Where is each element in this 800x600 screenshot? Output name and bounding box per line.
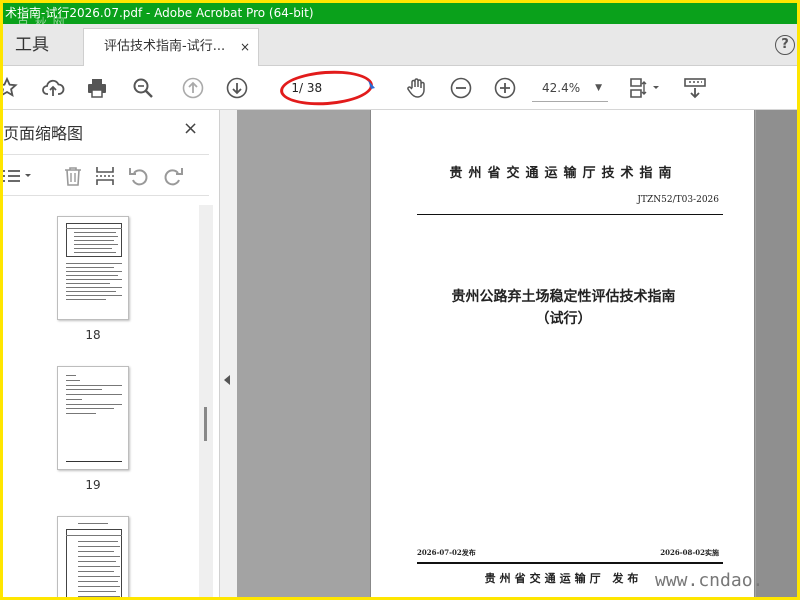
tools-more-icon[interactable] [683,76,707,100]
chevron-down-icon: ▼ [595,83,602,93]
publish-date: 2026-07-02发布 [417,548,476,557]
cursor-arrow-icon [367,76,377,100]
highlight-ellipse [278,67,375,109]
document-viewport[interactable]: 贵州省交通运输厅技术指南 JTZN52/T03-2026 贵州公路弃土场稳定性评… [237,110,797,597]
hand-tool-icon[interactable] [405,76,429,100]
zoom-level-select[interactable]: 42.4% ▼ [532,76,608,102]
insert-page-icon[interactable] [93,164,117,188]
window-title-bar: 术指南-试行2026.07.pdf - Adobe Acrobat Pro (6… [3,3,797,24]
header-rule [417,214,723,215]
tab-tools[interactable]: 工具 [3,24,83,66]
panel-scrollbar-thumb[interactable] [204,407,207,441]
page-thumbnail-18[interactable] [57,216,129,320]
app-window: 术指南-试行2026.07.pdf - Adobe Acrobat Pro (6… [3,3,797,597]
options-menu-icon[interactable] [3,164,35,188]
thumbnail-label: 19 [85,478,101,492]
page-thumbnail-20[interactable] [57,516,129,597]
site-watermark: www.cndao. [655,570,764,591]
zoom-in-icon[interactable] [493,76,517,100]
rotate-right-icon[interactable] [161,164,185,188]
close-tab-icon[interactable]: × [240,29,250,65]
zoom-out-icon[interactable] [449,76,473,100]
help-icon[interactable]: ? [775,35,795,55]
panel-splitter[interactable] [220,110,237,597]
bookmark-star-icon[interactable] [3,76,19,100]
tab-bar: 工具 评估技术指南-试行... × ? [3,24,797,66]
rotate-left-icon[interactable] [127,164,151,188]
prev-page-icon[interactable] [181,76,205,100]
zoom-level-value: 42.4% [542,81,581,95]
close-panel-icon[interactable]: × [183,118,198,139]
tab-document[interactable]: 评估技术指南-试行... × [83,28,259,66]
next-page-icon[interactable] [225,76,249,100]
document-title: 贵州公路弃土场稳定性评估技术指南 [451,289,676,305]
pdf-page: 贵州省交通运输厅技术指南 JTZN52/T03-2026 贵州公路弃土场稳定性评… [370,110,755,597]
thumbnail-label: 18 [85,328,101,342]
page-gap [756,110,797,597]
page-fit-icon[interactable] [627,76,663,100]
panel-scrollbar[interactable] [199,205,213,597]
trash-icon[interactable] [61,164,85,188]
panel-title: 页面缩略图 [3,124,84,143]
footer-rule [417,562,723,564]
page-thumbnail-19[interactable] [57,366,129,470]
document-subtitle: （试行） [535,311,592,327]
document-code: JTZN52/T03-2026 [637,195,719,205]
panel-toolbar [3,154,209,196]
print-icon[interactable] [85,76,109,100]
search-zoom-icon[interactable] [131,76,155,100]
main-toolbar: 1 / 38 42.4% ▼ [3,66,797,110]
document-header: 贵州省交通运输厅技术指南 [449,166,678,181]
tab-document-label: 评估技术指南-试行... [104,39,226,54]
collapse-panel-icon[interactable] [224,375,230,385]
thumbnail-panel: 页面缩略图 × 18 19 [3,110,220,597]
effective-date: 2026-08-02实施 [660,548,719,557]
upload-cloud-icon[interactable] [41,76,65,100]
